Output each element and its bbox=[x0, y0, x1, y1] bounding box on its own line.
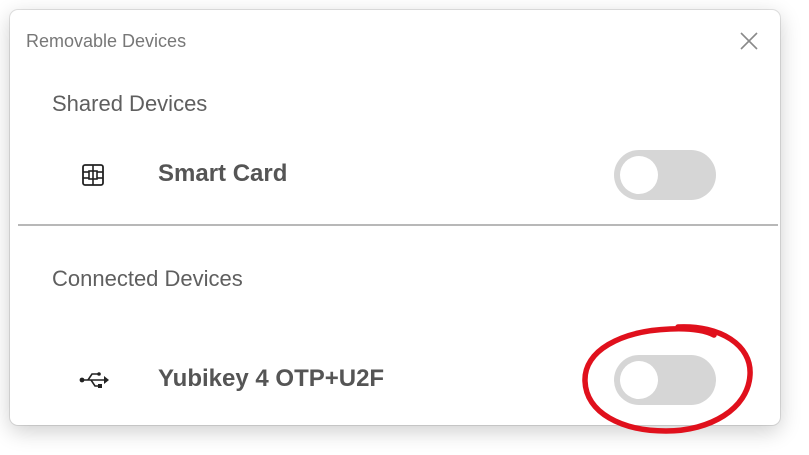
close-icon bbox=[740, 32, 758, 50]
usb-icon bbox=[78, 367, 110, 393]
smart-card-icon bbox=[80, 162, 106, 188]
removable-devices-dialog: Removable Devices Shared Devices Smart C… bbox=[10, 10, 780, 425]
close-button[interactable] bbox=[735, 27, 763, 55]
screen: Removable Devices Shared Devices Smart C… bbox=[0, 0, 809, 455]
toggle-knob bbox=[620, 361, 658, 399]
connected-devices-heading: Connected Devices bbox=[52, 266, 243, 291]
dialog-title: Removable Devices bbox=[26, 31, 187, 51]
toggle-knob bbox=[620, 156, 658, 194]
yubikey-label: Yubikey 4 OTP+U2F bbox=[158, 365, 385, 392]
shared-device-row: Smart Card bbox=[10, 145, 780, 205]
shared-devices-heading: Shared Devices bbox=[52, 91, 208, 116]
connected-device-row: Yubikey 4 OTP+U2F bbox=[10, 350, 780, 410]
smart-card-toggle[interactable] bbox=[614, 150, 716, 200]
smart-card-label: Smart Card bbox=[158, 160, 288, 187]
section-divider bbox=[18, 224, 778, 226]
yubikey-toggle[interactable] bbox=[614, 355, 716, 405]
